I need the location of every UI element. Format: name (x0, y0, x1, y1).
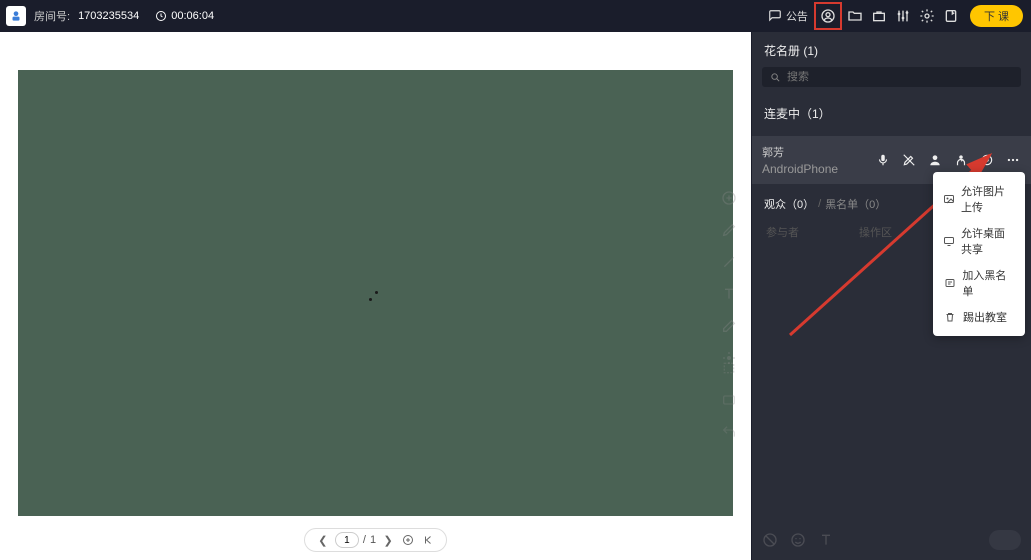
pager-group: ❮ / 1 ❯ (304, 528, 447, 552)
adjust-icon[interactable] (892, 5, 914, 27)
prev-page-icon[interactable]: ❮ (315, 532, 331, 548)
select-tool-icon[interactable] (719, 358, 739, 378)
participants-col: 参与者 (766, 224, 799, 240)
user-device: AndroidPhone (762, 162, 838, 176)
camera-icon[interactable] (979, 152, 995, 168)
menu-allow-image[interactable]: 允许图片上传 (933, 178, 1025, 220)
audience-tab[interactable]: 观众（0） (764, 196, 814, 212)
user-info: 郭芳 AndroidPhone (762, 144, 838, 176)
user-more-menu: 允许图片上传 允许桌面共享 加入黑名单 踢出教室 (933, 172, 1025, 336)
roster-title: 花名册 (1) (752, 32, 1031, 67)
announce-label: 公告 (786, 8, 808, 24)
menu-item-label: 加入黑名单 (962, 267, 1015, 299)
end-class-button[interactable]: 下 课 (970, 5, 1023, 27)
canvas-toolbar-lower (715, 358, 743, 442)
add-page-icon[interactable] (400, 532, 416, 548)
person-icon[interactable] (927, 152, 943, 168)
chat-disable-icon[interactable] (762, 532, 778, 548)
line-tool-icon[interactable] (719, 252, 739, 272)
roster-icon[interactable] (817, 5, 839, 27)
stroke-dot (375, 291, 378, 294)
send-button[interactable] (989, 530, 1021, 550)
app-logo (6, 6, 26, 26)
first-page-icon[interactable] (420, 532, 436, 548)
pager-sep: / (363, 534, 366, 546)
session-timer: 00:06:04 (155, 10, 214, 22)
folder-icon[interactable] (844, 5, 866, 27)
search-input[interactable] (787, 71, 1013, 83)
header-left: 房间号: 1703235534 00:06:04 (0, 6, 214, 26)
menu-item-label: 踢出教室 (963, 309, 1007, 325)
header-right: 公告 下 课 (764, 2, 1031, 30)
connected-user: 郭芳 AndroidPhone 允许图片上传 允许桌面共享 (752, 136, 1031, 184)
stage-icon[interactable] (953, 152, 969, 168)
canvas-toolbar (715, 188, 743, 368)
text-tool-icon[interactable] (719, 284, 739, 304)
gear-icon[interactable] (916, 5, 938, 27)
next-page-icon[interactable]: ❯ (380, 532, 396, 548)
menu-item-label: 允许桌面共享 (961, 225, 1015, 257)
screenshare-icon (943, 234, 955, 248)
menu-kick[interactable]: 踢出教室 (933, 304, 1025, 330)
canvas-area: ❮ / 1 ❯ (0, 32, 751, 560)
whiteboard-wrap (0, 32, 751, 522)
top-header: 房间号: 1703235534 00:06:04 公告 下 课 (0, 0, 1031, 32)
pager: ❮ / 1 ❯ (0, 522, 751, 560)
mic-icon[interactable] (875, 152, 891, 168)
connected-title: 连麦中（1） (752, 95, 1031, 130)
briefcase-icon[interactable] (868, 5, 890, 27)
page-total: 1 (370, 534, 376, 546)
blacklist-icon (943, 276, 956, 290)
user-name: 郭芳 (762, 144, 838, 160)
emoji-icon[interactable] (790, 532, 806, 548)
blacklist-tab[interactable]: 黑名单（0） (825, 196, 886, 212)
roster-icon-highlight (814, 2, 842, 30)
room-label: 房间号: (34, 8, 70, 24)
announcement-button[interactable]: 公告 (764, 6, 812, 26)
user-controls (875, 152, 1021, 168)
room-id: 1703235534 (78, 10, 139, 22)
image-upload-icon (943, 192, 955, 206)
actions-col: 操作区 (859, 224, 892, 240)
timer-text: 00:06:04 (171, 10, 214, 22)
image-tool-icon[interactable] (719, 390, 739, 410)
menu-item-label: 允许图片上传 (961, 183, 1015, 215)
menu-allow-screenshare[interactable]: 允许桌面共享 (933, 220, 1025, 262)
main-area: ❮ / 1 ❯ 花名册 (1) 连麦中（1） 郭芳 A (0, 32, 1031, 560)
stroke-dot (369, 298, 372, 301)
search-box[interactable] (762, 67, 1021, 87)
text-icon[interactable] (818, 532, 834, 548)
pen-disabled-icon[interactable] (901, 152, 917, 168)
tab-separator: / (818, 198, 821, 210)
page-input[interactable] (335, 532, 359, 548)
eraser-tool-icon[interactable] (719, 316, 739, 336)
trash-icon (943, 310, 957, 324)
more-icon[interactable] (1005, 152, 1021, 168)
pen-tool-icon[interactable] (719, 220, 739, 240)
undo-tool-icon[interactable] (719, 422, 739, 442)
add-tool-icon[interactable] (719, 188, 739, 208)
chat-footer (752, 524, 1031, 560)
menu-add-blacklist[interactable]: 加入黑名单 (933, 262, 1025, 304)
whiteboard[interactable] (18, 70, 733, 516)
right-panel: 花名册 (1) 连麦中（1） 郭芳 AndroidPhone (751, 32, 1031, 560)
note-icon[interactable] (940, 5, 962, 27)
